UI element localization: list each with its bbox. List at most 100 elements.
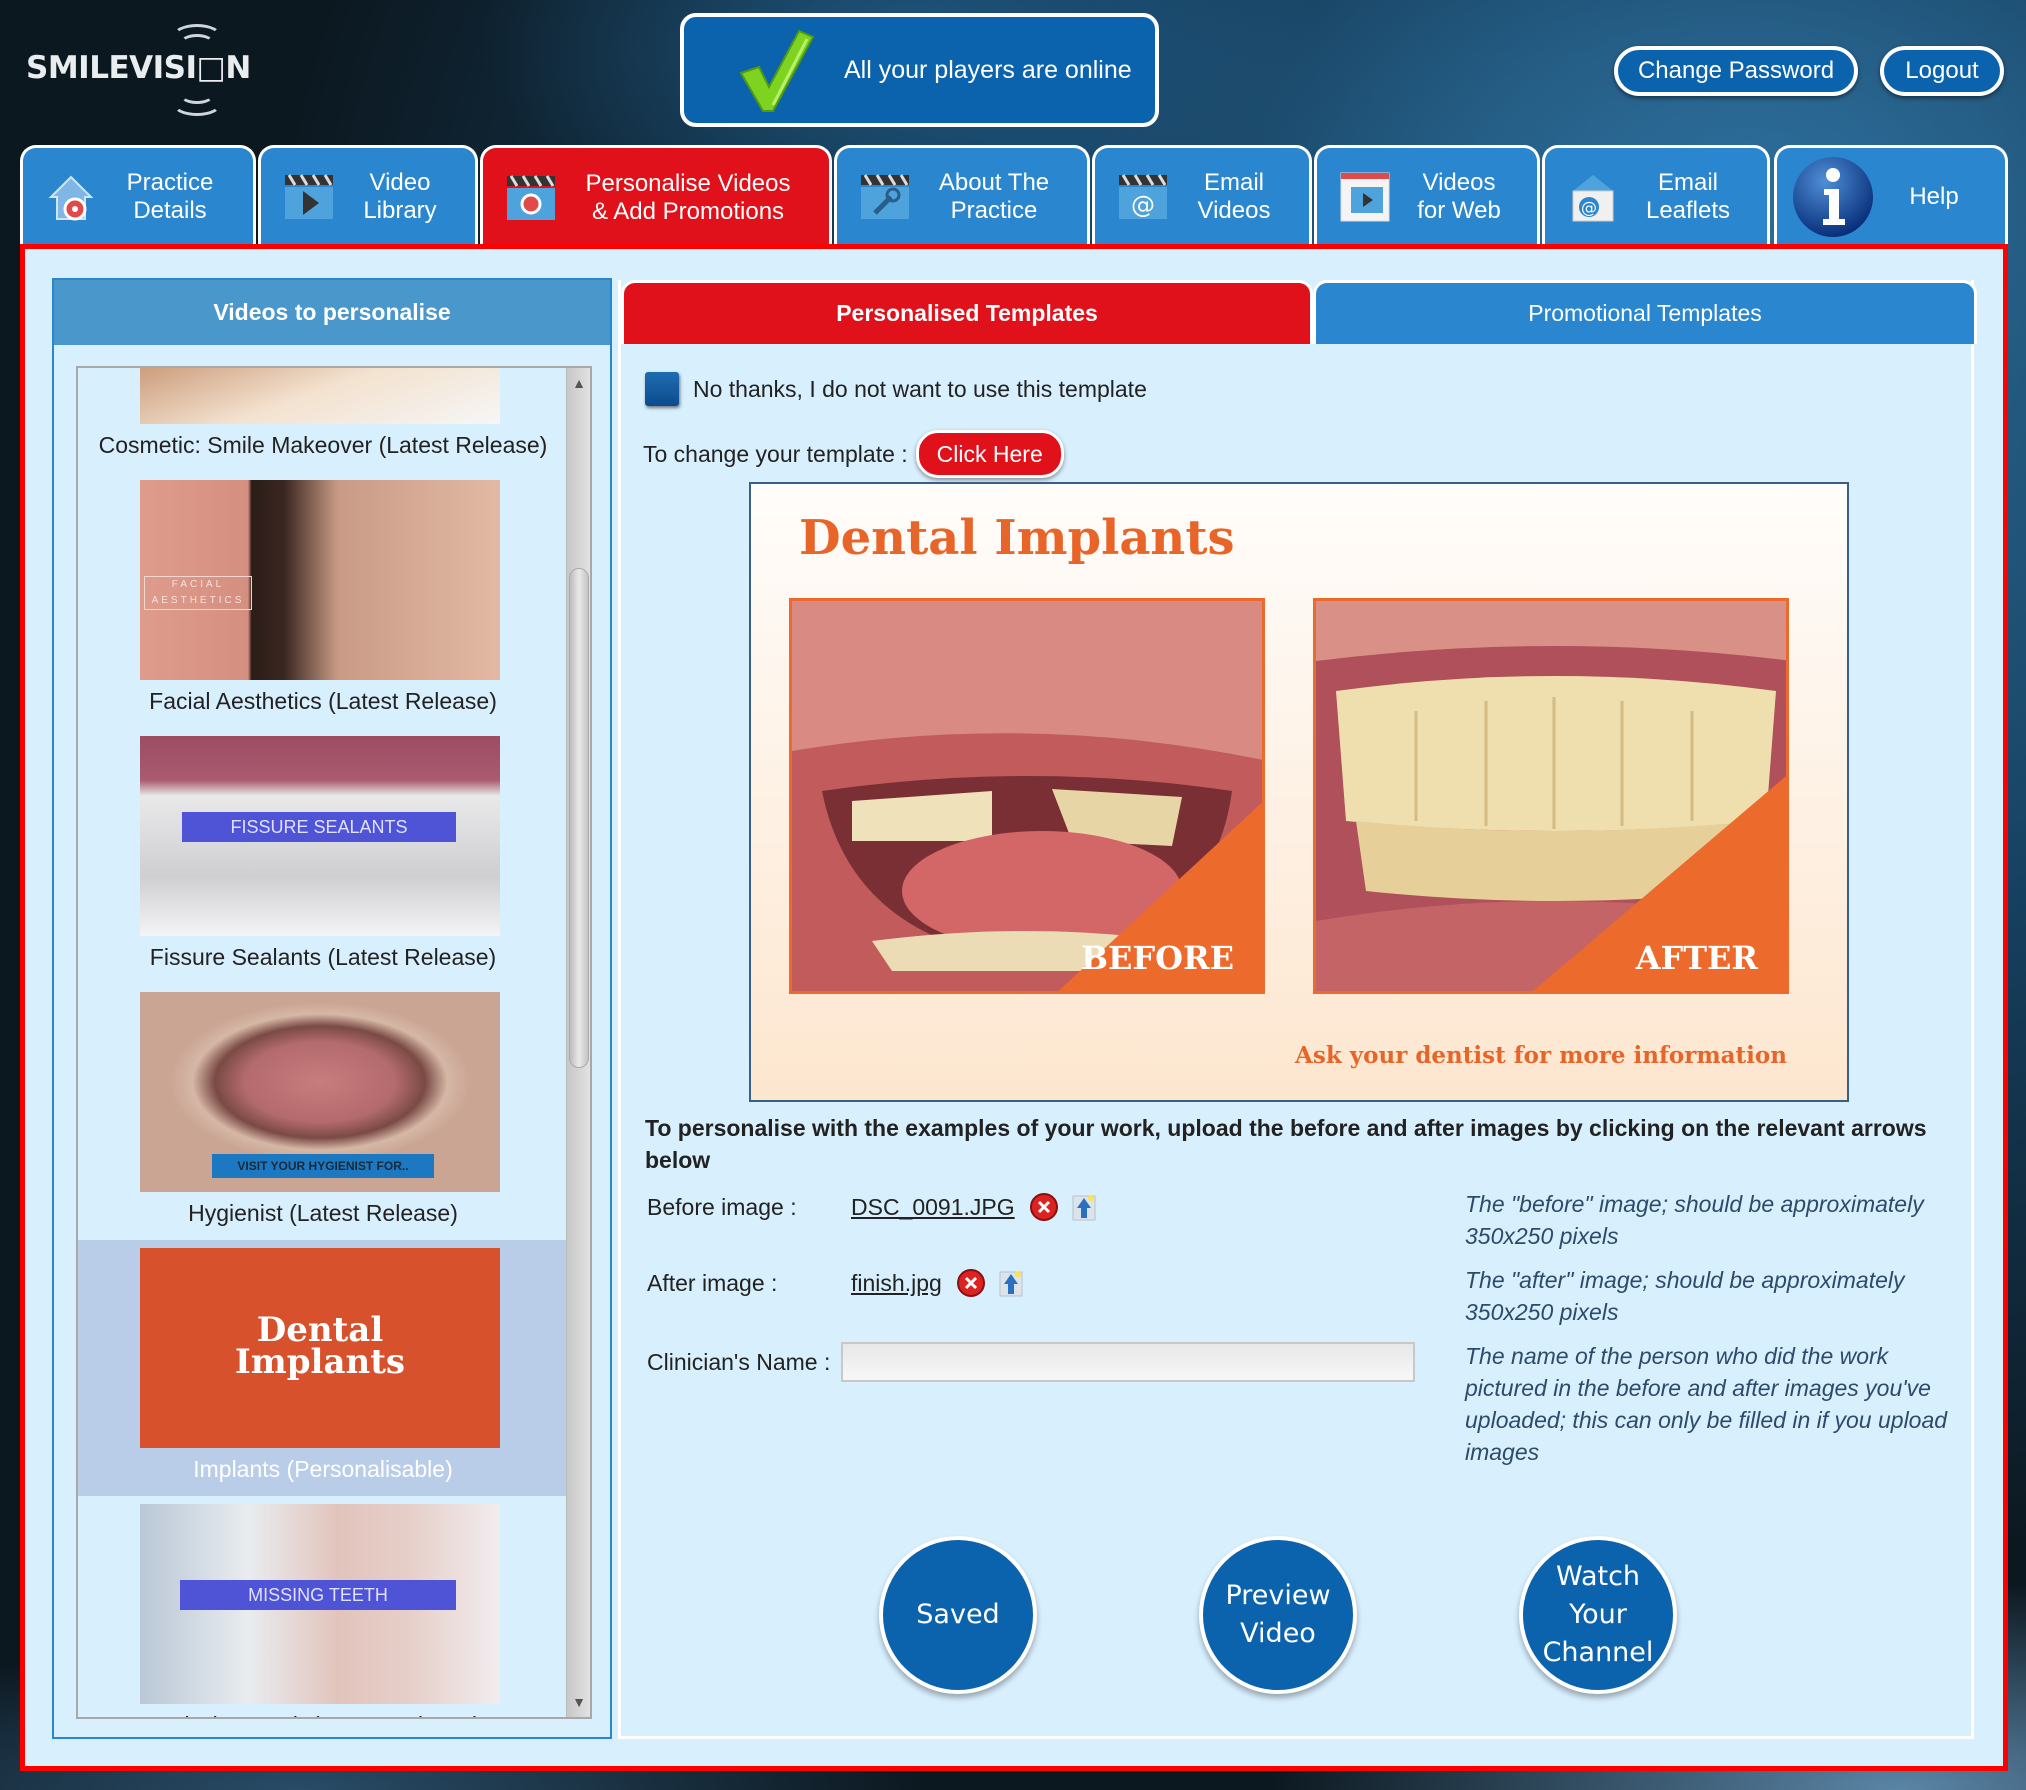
video-item-hygienist[interactable]: VISIT YOUR HYGIENIST FOR.. Hygienist (La… bbox=[78, 984, 568, 1240]
template-preview: Dental Implants BEFORE AFTER Ask your de… bbox=[749, 482, 1849, 1102]
house-gear-icon bbox=[48, 175, 94, 220]
click-here-button[interactable]: Click Here bbox=[915, 430, 1064, 478]
before-mouth-image bbox=[792, 601, 1262, 991]
preview-video-button[interactable]: Preview Video bbox=[1199, 1536, 1357, 1694]
svg-text:@: @ bbox=[1131, 191, 1155, 219]
before-image-row: Before image : DSC_0091.JPG bbox=[647, 1192, 1097, 1222]
tab-label-line1: Email bbox=[1657, 168, 1718, 196]
status-text: All your players are online bbox=[844, 55, 1132, 84]
change-password-button[interactable]: Change Password bbox=[1614, 46, 1858, 96]
scroll-up-arrow-icon[interactable]: ▲ bbox=[567, 372, 590, 394]
check-icon bbox=[739, 29, 815, 112]
video-label: Hygienist (Latest Release) bbox=[188, 1200, 458, 1226]
change-template-label: To change your template : bbox=[643, 440, 908, 467]
opt-out-label: No thanks, I do not want to use this tem… bbox=[693, 375, 1147, 402]
envelope-email-icon: @ bbox=[1572, 174, 1614, 221]
video-item-implants[interactable]: Dental Implants Implants (Personalisable… bbox=[78, 1240, 568, 1496]
video-label: Cosmetic: Smile Makeover (Latest Release… bbox=[98, 432, 548, 458]
tab-label-line2: Leaflets bbox=[1645, 196, 1731, 224]
scroll-down-arrow-icon[interactable]: ▼ bbox=[567, 1691, 590, 1713]
video-thumbnail: Dental Implants bbox=[140, 1248, 500, 1448]
clapper-gear-icon bbox=[507, 175, 555, 220]
tab-email-videos[interactable]: @ Email Videos bbox=[1092, 145, 1312, 245]
tab-label-line2: & Add Promotions bbox=[591, 198, 785, 225]
clapper-wrench-icon bbox=[861, 173, 909, 219]
thumb-caption: FISSURE SEALANTS bbox=[182, 812, 456, 842]
clinician-name-label: Clinician's Name : bbox=[647, 1348, 831, 1375]
before-image-file-link[interactable]: DSC_0091.JPG bbox=[851, 1194, 1015, 1221]
video-label: Fissure Sealants (Latest Release) bbox=[149, 944, 497, 970]
delete-icon[interactable] bbox=[1029, 1192, 1059, 1222]
video-thumbnail: VISIT YOUR HYGIENIST FOR.. bbox=[140, 992, 500, 1192]
tab-label-line1: Personalise Videos bbox=[585, 170, 791, 197]
upload-arrow-icon[interactable] bbox=[1071, 1192, 1097, 1222]
tab-personalise-videos[interactable]: Personalise Videos & Add Promotions bbox=[480, 145, 832, 248]
video-label: Missing Teeth (Latest Release) bbox=[78, 1712, 568, 1717]
clapper-email-icon: @ bbox=[1119, 173, 1167, 219]
svg-text:@: @ bbox=[1581, 198, 1597, 217]
tab-videos-for-web[interactable]: Videos for Web bbox=[1314, 145, 1540, 245]
clinician-name-row: Clinician's Name : bbox=[647, 1342, 1415, 1382]
tab-personalised-templates[interactable]: Personalised Templates bbox=[621, 280, 1313, 344]
template-panel: Personalised Templates Promotional Templ… bbox=[618, 280, 1977, 1739]
clinician-name-hint: The name of the person who did the work … bbox=[1465, 1343, 1948, 1465]
clinician-name-input[interactable] bbox=[841, 1342, 1415, 1382]
before-tag: BEFORE bbox=[1080, 939, 1234, 977]
tab-label-line1: Email bbox=[1203, 168, 1264, 196]
tab-label-line2: for Web bbox=[1417, 196, 1501, 224]
signal-arc-icon bbox=[172, 90, 222, 116]
after-image-file-link[interactable]: finish.jpg bbox=[851, 1270, 942, 1297]
tab-practice-details[interactable]: Practice Details bbox=[20, 145, 256, 245]
delete-icon[interactable] bbox=[956, 1268, 986, 1298]
before-image-label: Before image : bbox=[647, 1193, 797, 1220]
video-thumbnail: MISSING TEETH bbox=[140, 1504, 500, 1704]
logout-button[interactable]: Logout bbox=[1880, 46, 2004, 96]
tab-label-line2: Videos bbox=[1197, 196, 1271, 224]
video-thumbnail: FISSURE SEALANTS bbox=[140, 736, 500, 936]
tab-about-the-practice[interactable]: About The Practice bbox=[834, 145, 1090, 245]
panel-title: Videos to personalise bbox=[54, 280, 610, 345]
thumb-caption: MISSING TEETH bbox=[180, 1580, 456, 1610]
video-label: Implants (Personalisable) bbox=[193, 1456, 453, 1482]
opt-out-checkbox[interactable] bbox=[645, 372, 679, 406]
video-item-missing-teeth[interactable]: MISSING TEETH Missing Teeth (Latest Rele… bbox=[78, 1496, 568, 1717]
after-mouth-image bbox=[1316, 601, 1786, 991]
before-image-hint: The "before" image; should be approximat… bbox=[1465, 1191, 1924, 1249]
tab-label-line1: About The bbox=[938, 168, 1050, 196]
video-item-fissure-sealants[interactable]: FISSURE SEALANTS Fissure Sealants (Lates… bbox=[78, 728, 568, 984]
tab-label-line1: Video bbox=[369, 168, 431, 196]
list-scrollbar[interactable]: ▲ ▼ bbox=[566, 368, 590, 1717]
video-item-facial-aesthetics[interactable]: FACIAL AESTHETICS Facial Aesthetics (Lat… bbox=[78, 472, 568, 728]
tab-label-line1: Practice bbox=[126, 168, 214, 196]
logo-text: SMILEVISI□N bbox=[26, 50, 251, 86]
video-label: Facial Aesthetics (Latest Release) bbox=[149, 688, 497, 714]
tab-help[interactable]: Help bbox=[1774, 145, 2008, 245]
scrollbar-thumb[interactable] bbox=[569, 568, 589, 1068]
after-image-label: After image : bbox=[647, 1269, 778, 1296]
video-list[interactable]: Cosmetic: Smile Makeover (Latest Release… bbox=[76, 366, 592, 1719]
template-footer: Ask your dentist for more information bbox=[1295, 1042, 1787, 1069]
video-item-smile-makeover[interactable]: Cosmetic: Smile Makeover (Latest Release… bbox=[78, 368, 568, 472]
template-title: Dental Implants bbox=[799, 510, 1235, 566]
change-template-row: To change your template : Click Here bbox=[643, 430, 1064, 478]
player-status-banner: All your players are online bbox=[680, 13, 1159, 127]
after-tag: AFTER bbox=[1635, 939, 1758, 977]
smilevision-logo: SMILEVISI□N bbox=[26, 20, 251, 116]
tab-email-leaflets[interactable]: @ Email Leaflets bbox=[1542, 145, 1770, 245]
thumb-caption: FACIAL AESTHETICS bbox=[144, 576, 252, 610]
saved-button[interactable]: Saved bbox=[879, 1536, 1037, 1694]
tab-video-library[interactable]: Video Library bbox=[258, 145, 478, 245]
info-icon bbox=[1793, 156, 1873, 237]
watch-your-channel-button[interactable]: Watch Your Channel bbox=[1519, 1536, 1677, 1694]
clapper-play-icon bbox=[285, 173, 333, 219]
tab-label-line2: Practice bbox=[950, 196, 1038, 224]
tab-label-line1: Videos bbox=[1422, 168, 1496, 196]
web-video-icon bbox=[1340, 172, 1390, 221]
tab-promotional-templates[interactable]: Promotional Templates bbox=[1313, 280, 1977, 344]
before-photo: BEFORE bbox=[789, 598, 1265, 994]
videos-to-personalise-panel: Videos to personalise Cosmetic: Smile Ma… bbox=[52, 278, 612, 1739]
tab-label-line2: Details bbox=[133, 196, 207, 224]
upload-arrow-icon[interactable] bbox=[998, 1268, 1024, 1298]
after-image-hint: The "after" image; should be approximate… bbox=[1465, 1267, 1905, 1325]
main-nav-tabs: Practice Details Video Library Personalise… bbox=[20, 145, 2008, 248]
